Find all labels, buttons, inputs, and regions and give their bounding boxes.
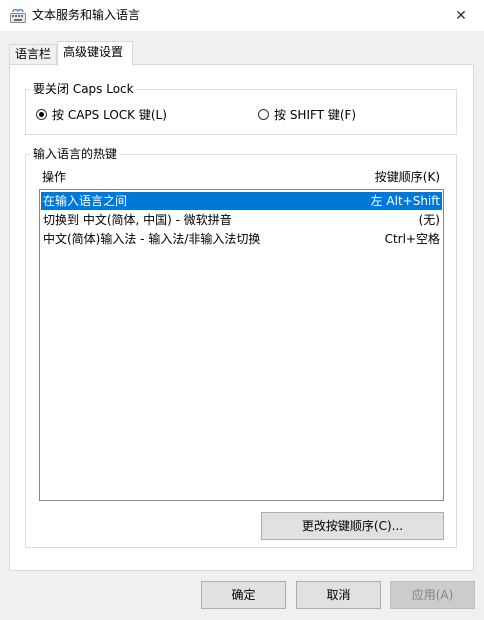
hotkey-sequence: 左 Alt+Shift	[370, 194, 440, 208]
column-header-key-sequence: 按键顺序(K)	[374, 170, 440, 184]
hotkey-row[interactable]: 中文(简体)输入法 - 输入法/非输入法切换 Ctrl+空格	[41, 230, 442, 248]
radio-shift-indicator[interactable]	[258, 108, 269, 120]
hotkey-action: 中文(简体)输入法 - 输入法/非输入法切换	[43, 232, 261, 246]
hotkey-action: 在输入语言之间	[43, 194, 128, 208]
hotkeys-list[interactable]: 在输入语言之间 左 Alt+Shift 切换到 中文(简体, 中国) - 微软拼…	[39, 189, 444, 501]
radio-caps-lock[interactable]: 按 CAPS LOCK 键(L)	[36, 106, 167, 122]
column-header-action: 操作	[42, 170, 67, 184]
hotkey-row[interactable]: 在输入语言之间 左 Alt+Shift	[41, 192, 442, 210]
radio-caps-lock-label: 按 CAPS LOCK 键(L)	[52, 107, 167, 122]
hotkey-sequence: Ctrl+空格	[384, 232, 440, 246]
hotkey-row[interactable]: 切换到 中文(简体, 中国) - 微软拼音 (无)	[41, 211, 442, 229]
change-key-sequence-button[interactable]: 更改按键顺序(C)...	[261, 512, 444, 540]
apply-button[interactable]: 应用(A)	[390, 581, 475, 609]
ok-button[interactable]: 确定	[201, 581, 286, 609]
close-icon: ✕	[455, 7, 467, 24]
caps-lock-legend: 要关闭 Caps Lock	[30, 82, 137, 96]
radio-caps-lock-indicator[interactable]	[36, 108, 47, 120]
hotkey-action: 切换到 中文(简体, 中国) - 微软拼音	[43, 213, 232, 227]
cancel-button[interactable]: 取消	[296, 581, 381, 609]
hotkey-sequence: (无)	[418, 213, 440, 227]
close-button[interactable]: ✕	[438, 0, 484, 31]
tab-advanced-key-settings[interactable]: 高级键设置	[57, 41, 133, 66]
keyboard-app-icon	[10, 8, 26, 23]
radio-shift-label: 按 SHIFT 键(F)	[274, 107, 357, 122]
window-title: 文本服务和输入语言	[32, 8, 141, 22]
hotkeys-legend: 输入语言的热键	[30, 147, 121, 161]
tab-panel: 要关闭 Caps Lock 按 CAPS LOCK 键(L) 按 SHIFT 键…	[9, 64, 474, 571]
radio-shift[interactable]: 按 SHIFT 键(F)	[258, 106, 356, 122]
title-bar: 文本服务和输入语言 ✕	[0, 0, 484, 31]
tab-language-bar[interactable]: 语言栏	[9, 44, 57, 64]
